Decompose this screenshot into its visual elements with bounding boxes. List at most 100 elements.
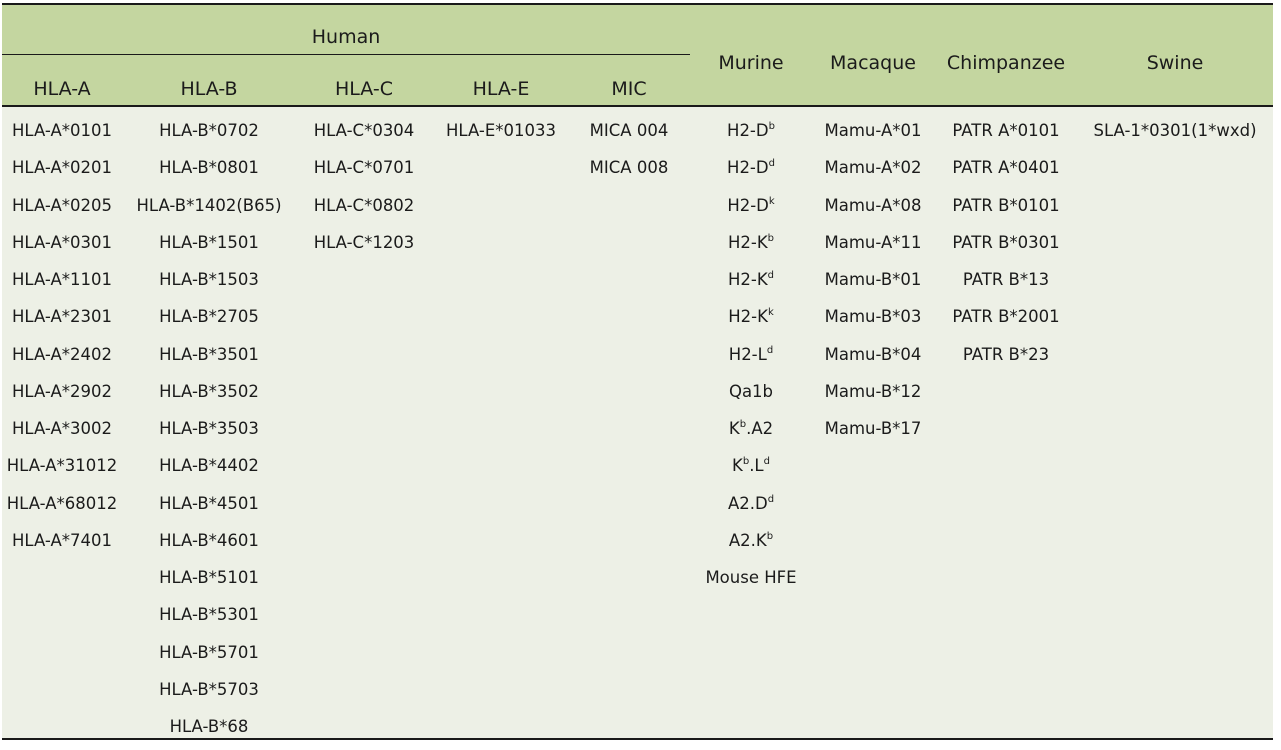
haplotype-superscript: d <box>768 158 775 170</box>
table-cell: HLA-B*0702 <box>159 121 259 140</box>
allele-name: Mouse HFE <box>705 568 797 587</box>
table-cell: H2-Ld <box>690 339 812 376</box>
allele-name: H2-K <box>727 270 768 289</box>
haplotype-superscript: d <box>767 493 775 505</box>
table-cell: MICA 004 <box>589 121 669 140</box>
haplotype-superscript: k <box>768 195 775 207</box>
header-chimpanzee: Chimpanzee <box>946 52 1066 74</box>
header-hla-e: HLA-E <box>472 78 530 100</box>
table-cell: PATR A*0101 <box>952 121 1060 140</box>
table-cell: PATR B*23 <box>962 344 1050 364</box>
table-cell: H2-Dd <box>690 152 812 189</box>
table-cell: H2-Kk <box>690 301 812 338</box>
table-cell: Mamu-B*03 <box>824 307 922 327</box>
table-cell: HLA-B*0801 <box>159 158 259 178</box>
allele-suffix: .L <box>749 456 764 476</box>
allele-name: H2-L <box>728 344 767 364</box>
table-cell: Kb.Ld <box>690 450 812 487</box>
table-cell: HLA-B*2705 <box>159 307 259 327</box>
table-cell: Kb.A2 <box>690 413 812 450</box>
haplotype-superscript: b <box>767 232 775 244</box>
table-cell: MICA 008 <box>589 158 669 178</box>
table-cell: HLA-C*0701 <box>313 158 415 178</box>
table-cell: HLA-A*2902 <box>11 381 113 401</box>
table-cell: HLA-B*4601 <box>159 530 259 550</box>
haplotype-superscript: d <box>766 344 774 356</box>
table-cell: HLA-B*68 <box>169 717 249 736</box>
table-cell: H2-Db <box>690 115 812 152</box>
column-hla-e: HLA-E*01033 <box>438 115 564 152</box>
allele-name: H2-D <box>727 158 769 178</box>
allele-name: K <box>728 419 740 438</box>
table-cell: HLA-B*1402(B65) <box>136 195 282 215</box>
header-swine: Swine <box>1146 52 1204 74</box>
table-cell: HLA-B*4402 <box>159 456 259 476</box>
table-cell: Mamu-B*01 <box>824 270 922 289</box>
haplotype-superscript: d <box>763 456 770 468</box>
column-chimpanzee: PATR A*0101 PATR A*0401 PATR B*0101 PATR B*… <box>937 115 1075 376</box>
table-cell: HLA-E*01033 <box>445 121 557 140</box>
table-cell: H2-Kb <box>690 227 812 264</box>
allele-name: H2-D <box>727 195 769 215</box>
table-cell: HLA-A*31012 <box>6 456 118 476</box>
allele-name: H2-K <box>728 307 768 327</box>
allele-name: A2.D <box>727 493 768 513</box>
column-hla-a: HLA-A*0101 HLA-A*0201 HLA-A*0205 HLA-A*0301… <box>2 115 122 562</box>
table-cell: HLA-B*4501 <box>159 493 259 513</box>
allele-name: Qa1b <box>728 381 774 401</box>
table-cell: A2.Dd <box>690 488 812 525</box>
table-cell: HLA-B*5301 <box>159 605 259 625</box>
table-cell: HLA-B*1503 <box>159 270 259 289</box>
table-cell: HLA-A*0201 <box>11 158 113 178</box>
table-cell: HLA-A*3002 <box>11 419 113 438</box>
table-cell: HLA-A*0101 <box>11 121 113 140</box>
table-cell: Mamu-A*11 <box>824 232 922 252</box>
header-macaque: Macaque <box>830 52 916 74</box>
top-rule <box>2 3 1273 5</box>
table-cell: PATR B*0301 <box>952 232 1060 252</box>
table-cell: PATR B*0101 <box>952 195 1060 215</box>
table-cell: Mamu-B*17 <box>824 419 922 438</box>
table-cell: Mamu-A*01 <box>824 121 922 140</box>
table-cell: HLA-A*7401 <box>11 530 113 550</box>
header-group-human: Human <box>311 26 381 48</box>
table-cell: HLA-B*5701 <box>159 642 259 662</box>
table-cell: HLA-A*2301 <box>11 307 113 327</box>
table-cell: SLA-1*0301(1*wxd) <box>1093 121 1257 140</box>
table-cell: HLA-B*3502 <box>159 381 259 401</box>
allele-name: A2.K <box>728 530 767 550</box>
mhc-allele-table: Human HLA-A HLA-B HLA-C HLA-E MIC Murine… <box>2 3 1273 740</box>
column-hla-b: HLA-B*0702 HLA-B*0801 HLA-B*1402(B65) HLA-B… <box>134 115 284 748</box>
column-mic: MICA 004 MICA 008 <box>574 115 684 190</box>
table-cell: A2.Kb <box>690 525 812 562</box>
allele-suffix: .A2 <box>746 419 774 438</box>
table-cell: HLA-B*3501 <box>159 344 259 364</box>
column-macaque: Mamu-A*01 Mamu-A*02 Mamu-A*08 Mamu-A*11 Mamu… <box>812 115 934 450</box>
allele-name: H2-K <box>727 232 768 252</box>
column-hla-c: HLA-C*0304 HLA-C*0701 HLA-C*0802 HLA-C*1203 <box>303 115 425 264</box>
table-cell: HLA-B*3503 <box>159 419 259 438</box>
table-cell: Mamu-B*04 <box>824 344 922 364</box>
table-cell: HLA-A*0301 <box>11 232 113 252</box>
table-cell: HLA-C*0304 <box>313 121 415 140</box>
allele-name: K <box>732 456 743 476</box>
table-cell: Mamu-A*08 <box>824 195 922 215</box>
table-cell: Mamu-B*12 <box>824 381 922 401</box>
header-hla-b: HLA-B <box>180 78 238 100</box>
table-cell: H2-Dk <box>690 190 812 227</box>
table-cell: H2-Kd <box>690 264 812 301</box>
table-cell: Mouse HFE <box>690 562 812 599</box>
table-cell: HLA-C*1203 <box>313 232 415 252</box>
haplotype-superscript: d <box>767 270 775 281</box>
table-cell: HLA-A*0205 <box>11 195 113 215</box>
table-cell: HLA-C*0802 <box>313 195 415 215</box>
allele-name: H2-D <box>727 121 769 140</box>
column-murine: H2-Db H2-Dd H2-Dk H2-Kb H2-Kd H2-Kk H2-Ld Qa1b K… <box>690 115 812 599</box>
table-cell: HLA-B*1501 <box>159 232 259 252</box>
table-cell: PATR A*0401 <box>952 158 1060 178</box>
haplotype-superscript: b <box>766 530 774 542</box>
header-hla-a: HLA-A <box>33 78 91 100</box>
table-cell: HLA-A*2402 <box>11 344 113 364</box>
table-cell: Qa1b <box>690 376 812 413</box>
human-group-rule <box>2 54 690 55</box>
